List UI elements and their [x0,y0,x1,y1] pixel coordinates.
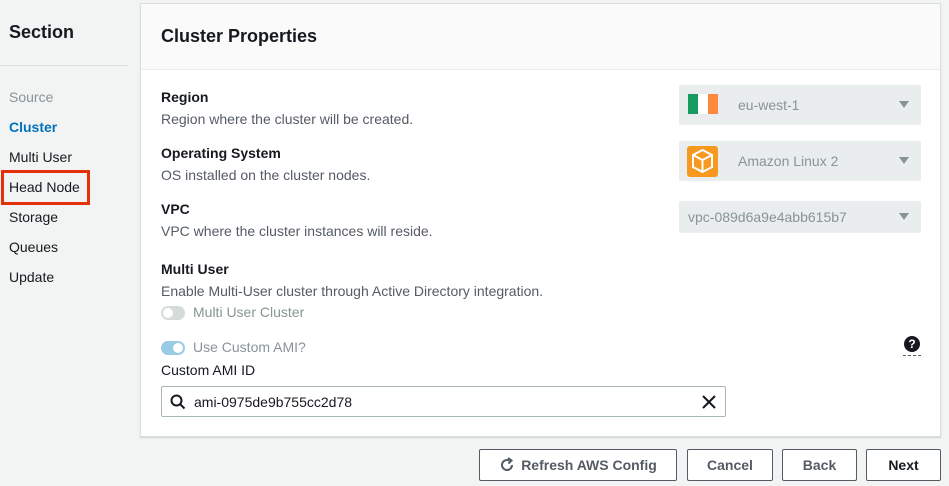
region-description: Region where the cluster will be created… [161,111,414,127]
vpc-value: vpc-089d6a9e4abb615b7 [688,209,847,225]
custom-ami-toggle[interactable] [161,341,185,355]
close-icon[interactable] [701,394,717,410]
region-select[interactable]: eu-west-1 [679,85,921,125]
custom-ami-label: Custom AMI ID [161,362,256,378]
os-description: OS installed on the cluster nodes. [161,167,371,183]
multi-user-toggle[interactable] [161,306,185,320]
help-underline [903,355,921,356]
sidebar: Section Source Cluster Multi User Head N… [0,0,130,486]
chevron-down-icon [899,101,909,108]
panel-header: Cluster Properties [141,4,940,70]
vpc-description: VPC where the cluster instances will res… [161,223,433,239]
refresh-aws-config-button[interactable]: Refresh AWS Config [479,449,677,481]
sidebar-item-source: Source [9,89,54,105]
sidebar-item-update[interactable]: Update [9,269,54,285]
sidebar-item-cluster[interactable]: Cluster [9,119,57,135]
custom-ami-input[interactable] [194,391,674,413]
refresh-aws-config-label: Refresh AWS Config [521,457,657,473]
help-icon-glyph: ? [904,336,920,352]
next-button[interactable]: Next [866,449,941,481]
sidebar-divider [0,65,128,66]
os-value: Amazon Linux 2 [738,153,839,169]
sidebar-item-queues[interactable]: Queues [9,239,58,255]
help-icon[interactable]: ? [903,336,921,358]
multi-user-toggle-label: Multi User Cluster [193,304,305,320]
region-label: Region [161,89,209,105]
box-icon [687,146,718,177]
multi-user-description: Enable Multi-User cluster through Active… [161,283,544,299]
custom-ami-toggle-label: Use Custom AMI? [193,339,306,355]
chevron-down-icon [899,213,909,220]
multi-user-label: Multi User [161,261,229,277]
custom-ami-field[interactable] [161,386,726,417]
cluster-properties-panel: Cluster Properties Region Region where t… [140,3,941,437]
sidebar-title: Section [9,22,75,42]
region-value: eu-west-1 [738,97,800,113]
os-select[interactable]: Amazon Linux 2 [679,141,921,181]
os-label: Operating System [161,145,281,161]
sidebar-item-storage[interactable]: Storage [9,209,58,225]
vpc-select[interactable]: vpc-089d6a9e4abb615b7 [679,201,921,233]
chevron-down-icon [899,157,909,164]
cancel-button[interactable]: Cancel [687,449,773,481]
back-button[interactable]: Back [782,449,857,481]
vpc-label: VPC [161,201,190,217]
search-icon [170,394,186,410]
sidebar-item-multi-user[interactable]: Multi User [9,149,72,165]
panel-title: Cluster Properties [161,26,318,46]
ireland-flag-icon [688,94,718,114]
head-node-highlight-box [1,170,90,205]
refresh-icon [501,457,514,471]
